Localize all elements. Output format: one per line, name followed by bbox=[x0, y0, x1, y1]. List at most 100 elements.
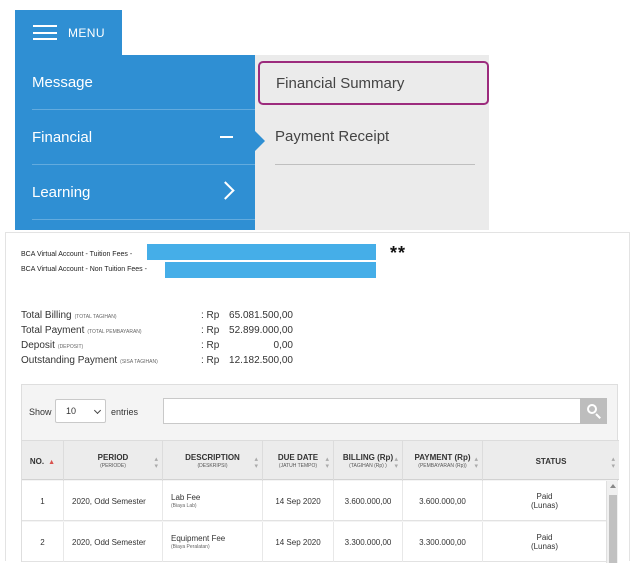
summary-value: 0,00 bbox=[273, 340, 293, 351]
column-header-due-date[interactable]: DUE DATE (JATUH TEMPO) ▴ ▾ bbox=[263, 441, 334, 481]
summary-label: Deposit bbox=[21, 340, 55, 351]
column-subtitle: (TAGIHAN (Rp) ) bbox=[349, 463, 387, 469]
submenu-label: Payment Receipt bbox=[275, 128, 390, 145]
scroll-up-icon[interactable] bbox=[610, 484, 616, 488]
column-header-no[interactable]: NO. ▲ bbox=[22, 441, 64, 481]
main-nav: Message Financial Learning bbox=[15, 55, 255, 230]
submenu-financial-summary[interactable]: Financial Summary bbox=[258, 61, 489, 105]
table-row: 2 2020, Odd Semester Equipment Fee (Biay… bbox=[22, 522, 606, 562]
search-input[interactable] bbox=[163, 398, 581, 424]
nav-item-message[interactable]: Message bbox=[15, 55, 255, 109]
submenu-label: Financial Summary bbox=[276, 74, 405, 92]
page-size-select[interactable]: 10 bbox=[55, 399, 106, 423]
status-subtext: (Lunas) bbox=[530, 501, 559, 510]
nav-item-label: Learning bbox=[32, 183, 91, 201]
cell-description: Lab Fee (Biaya Lab) bbox=[163, 481, 263, 521]
menu-button[interactable]: MENU bbox=[15, 10, 122, 55]
summary-label: Total Billing bbox=[21, 310, 72, 321]
column-subtitle: (PEMBAYARAN (Rp)) bbox=[418, 463, 467, 469]
menu-label: MENU bbox=[68, 25, 105, 40]
summary-row-outstanding-payment: Outstanding Payment (SISA TAGIHAN) : Rp 1… bbox=[21, 355, 311, 370]
summary-currency: : Rp bbox=[201, 355, 220, 366]
description-subtext: (Biaya Peralatan) bbox=[171, 544, 210, 550]
sort-icon: ▴ ▾ bbox=[611, 456, 615, 470]
nav-item-financial[interactable]: Financial bbox=[15, 110, 255, 164]
column-header-billing[interactable]: BILLING (Rp) (TAGIHAN (Rp) ) ▴ ▾ bbox=[334, 441, 403, 481]
cell-billing: 3.300.000,00 bbox=[334, 522, 403, 562]
financial-submenu: Financial Summary Payment Receipt bbox=[255, 55, 489, 230]
sort-icon: ▴ ▾ bbox=[325, 456, 329, 470]
column-title: PERIOD bbox=[97, 453, 129, 462]
summary-value: 65.081.500,00 bbox=[229, 310, 293, 321]
status-subtext: (Lunas) bbox=[530, 542, 559, 551]
chevron-down-icon bbox=[93, 406, 102, 415]
table-scrollbar[interactable] bbox=[606, 481, 618, 563]
submenu-payment-receipt[interactable]: Payment Receipt bbox=[275, 128, 389, 145]
summary-row-deposit: Deposit (DEPOSIT) : Rp 0,00 bbox=[21, 340, 311, 355]
non-tuition-account-redaction bbox=[165, 262, 376, 278]
summary-sublabel: (TOTAL PEMBAYARAN) bbox=[87, 329, 142, 335]
summary-value: 52.899.000,00 bbox=[229, 325, 293, 336]
column-subtitle: (PERIODE) bbox=[100, 463, 126, 469]
column-header-description[interactable]: DESCRIPTION (DESKRIPSI) ▴ ▾ bbox=[163, 441, 263, 481]
show-label: Show bbox=[29, 407, 52, 417]
entries-label: entries bbox=[111, 407, 139, 417]
cell-no: 1 bbox=[22, 481, 64, 521]
summary-row-total-billing: Total Billing (TOTAL TAGIHAN) : Rp 65.081… bbox=[21, 310, 311, 325]
summary-currency: : Rp bbox=[201, 325, 220, 336]
cell-period: 2020, Odd Semester bbox=[64, 522, 163, 562]
sort-asc-icon: ▲ bbox=[48, 458, 56, 466]
submenu-divider bbox=[275, 164, 475, 165]
note-marker: ** bbox=[390, 243, 407, 263]
description-subtext: (Biaya Lab) bbox=[171, 503, 197, 509]
page-size-value: 10 bbox=[66, 406, 77, 416]
column-title: DUE DATE bbox=[277, 453, 319, 462]
column-header-payment[interactable]: PAYMENT (Rp) (PEMBAYARAN (Rp)) ▴ ▾ bbox=[403, 441, 483, 481]
cell-status: Paid (Lunas) bbox=[483, 481, 606, 521]
sort-icon: ▴ ▾ bbox=[254, 456, 258, 470]
status-text: Paid bbox=[536, 533, 553, 542]
cell-payment: 3.300.000,00 bbox=[403, 522, 483, 562]
nav-item-label: Financial bbox=[32, 128, 93, 146]
scrollbar-thumb[interactable] bbox=[609, 495, 617, 563]
nav-item-label: Message bbox=[32, 73, 93, 91]
summary-value: 12.182.500,00 bbox=[229, 355, 293, 366]
sort-icon: ▴ ▾ bbox=[154, 456, 158, 470]
hamburger-icon bbox=[33, 25, 57, 40]
cell-status: Paid (Lunas) bbox=[483, 522, 606, 562]
description-text: Equipment Fee bbox=[171, 534, 226, 543]
sort-icon: ▴ ▾ bbox=[394, 456, 398, 470]
column-header-status[interactable]: STATUS ▴ ▾ bbox=[483, 441, 619, 481]
chevron-right-icon bbox=[216, 181, 235, 200]
cell-due-date: 14 Sep 2020 bbox=[263, 522, 334, 562]
column-subtitle: (DESKRIPSI) bbox=[197, 463, 228, 469]
summary-sublabel: (TOTAL TAGIHAN) bbox=[74, 314, 117, 320]
column-title: PAYMENT (Rp) bbox=[414, 453, 471, 462]
column-title: NO. bbox=[29, 456, 45, 466]
column-subtitle: (JATUH TEMPO) bbox=[278, 463, 318, 469]
column-title: STATUS bbox=[535, 456, 567, 466]
nav-item-learning[interactable]: Learning bbox=[15, 165, 255, 219]
summary-sublabel: (DEPOSIT) bbox=[57, 344, 84, 350]
column-header-period[interactable]: PERIOD (PERIODE) ▴ ▾ bbox=[64, 441, 163, 481]
table-header: NO. ▲ PERIOD (PERIODE) ▴ ▾ DESCRIPTION (DE… bbox=[22, 440, 619, 481]
summary-row-total-payment: Total Payment (TOTAL PEMBAYARAN) : Rp 52.… bbox=[21, 325, 311, 340]
search-button[interactable] bbox=[580, 398, 607, 424]
cell-billing: 3.600.000,00 bbox=[334, 481, 403, 521]
cell-payment: 3.600.000,00 bbox=[403, 481, 483, 521]
summary-sublabel: (SISA TAGIHAN) bbox=[120, 359, 158, 365]
tuition-account-label: BCA Virtual Account - Tuition Fees - bbox=[21, 251, 133, 258]
cell-due-date: 14 Sep 2020 bbox=[263, 481, 334, 521]
nav-divider bbox=[32, 219, 255, 220]
table-row: 1 2020, Odd Semester Lab Fee (Biaya Lab)… bbox=[22, 481, 606, 521]
search-icon bbox=[587, 404, 597, 414]
billing-table-container: Show 10 entries NO. ▲ PERIOD (PERIODE) ▴ ▾… bbox=[21, 384, 619, 563]
column-title: BILLING (Rp) bbox=[342, 453, 394, 462]
cell-no: 2 bbox=[22, 522, 64, 562]
description-text: Lab Fee bbox=[171, 493, 201, 502]
summary-currency: : Rp bbox=[201, 340, 220, 351]
cell-description: Equipment Fee (Biaya Peralatan) bbox=[163, 522, 263, 562]
collapse-minus-icon bbox=[220, 136, 233, 138]
sort-icon: ▴ ▾ bbox=[474, 456, 478, 470]
tuition-account-redaction bbox=[147, 244, 376, 260]
